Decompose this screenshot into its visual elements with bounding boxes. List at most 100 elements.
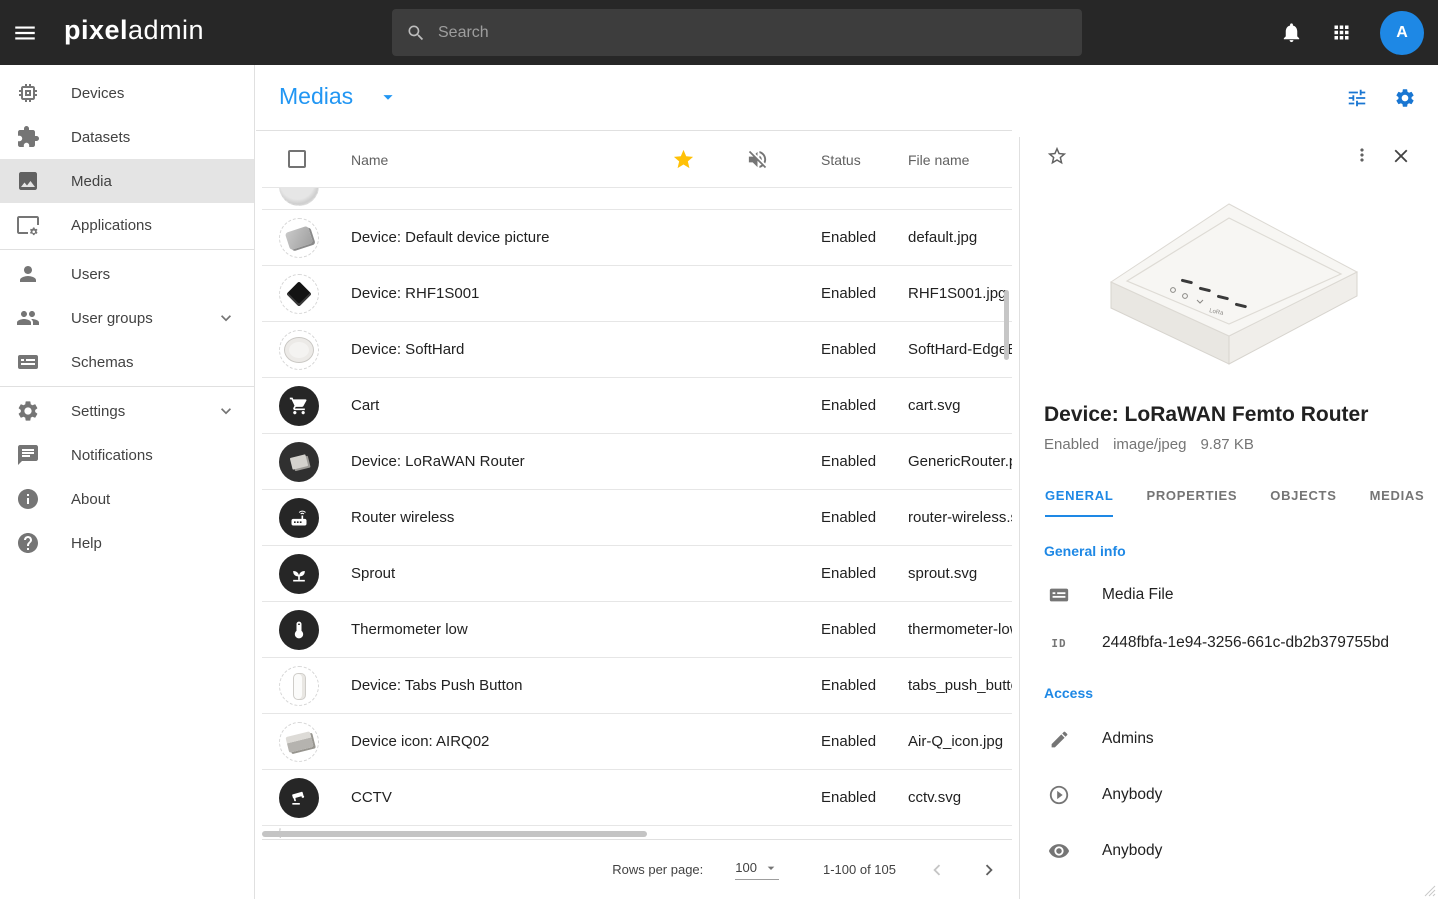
- rows-per-page-select[interactable]: 100: [735, 860, 779, 880]
- media-name: Sprout: [351, 565, 395, 582]
- status-value: Enabled: [821, 789, 876, 806]
- settings-gear-icon[interactable]: [1394, 87, 1416, 109]
- caret-down-icon: [377, 86, 399, 108]
- close-icon[interactable]: [1390, 145, 1412, 167]
- media-file-type: Media File: [1102, 586, 1174, 604]
- sidebar-item-datasets[interactable]: Datasets: [0, 115, 254, 159]
- more-options-kebab-icon[interactable]: [1352, 145, 1372, 165]
- table-row[interactable]: Device: LoRaWAN Router Enabled GenericRo…: [262, 434, 1012, 490]
- search-input[interactable]: [438, 24, 1068, 42]
- sidebar-divider: [0, 386, 254, 387]
- media-name: Device icon: AIRQ02: [351, 733, 489, 750]
- previous-page-chevron-icon[interactable]: [926, 859, 948, 881]
- tab-medias[interactable]: MEDIAS: [1370, 475, 1425, 517]
- file-name: cart.svg: [908, 397, 1012, 414]
- resize-handle[interactable]: [1420, 881, 1436, 897]
- sidebar-item-label: User groups: [71, 310, 153, 327]
- sidebar-item-applications[interactable]: Applications: [0, 203, 254, 247]
- media-name: Device: RHF1S001: [351, 285, 479, 302]
- access-view-row: Anybody: [1047, 839, 1414, 863]
- sidebar-item-schemas[interactable]: Schemas: [0, 340, 254, 384]
- vertical-scrollbar[interactable]: [1004, 290, 1009, 360]
- select-all-checkbox[interactable]: [288, 150, 306, 168]
- horizontal-scrollbar[interactable]: [262, 831, 647, 837]
- global-search[interactable]: [392, 9, 1082, 56]
- sidebar-item-label: Applications: [71, 217, 152, 234]
- column-header-name[interactable]: Name: [351, 152, 388, 168]
- status-value: Enabled: [821, 341, 876, 358]
- table-row[interactable]: Device: Default device picture Enabled d…: [262, 210, 1012, 266]
- device-photo-thumbnail: [279, 442, 319, 482]
- eye-icon: [1047, 839, 1071, 863]
- file-name: router-wireless.s: [908, 509, 1012, 526]
- table-row[interactable]: Device: Tabs Push Button Enabled tabs_pu…: [262, 658, 1012, 714]
- thermometer-icon: [279, 610, 319, 650]
- schema-card-icon: [16, 350, 40, 374]
- media-title: Device: LoRaWAN Femto Router: [1044, 403, 1414, 427]
- sidebar-item-user-groups[interactable]: User groups: [0, 296, 254, 340]
- status-value: Enabled: [821, 453, 876, 470]
- caret-down-icon: [763, 860, 779, 876]
- device-photo-thumbnail: [279, 330, 319, 370]
- media-name: Device: LoRaWAN Router: [351, 453, 525, 470]
- table-row[interactable]: Cart Enabled cart.svg: [262, 378, 1012, 434]
- filter-sliders-icon[interactable]: [1346, 87, 1368, 109]
- access-heading: Access: [1044, 685, 1414, 701]
- tab-general[interactable]: GENERAL: [1045, 475, 1113, 517]
- sidebar-item-label: About: [71, 491, 110, 508]
- sidebar-item-label: Devices: [71, 85, 124, 102]
- column-header-status[interactable]: Status: [821, 152, 861, 168]
- media-name: Device: Tabs Push Button: [351, 677, 523, 694]
- file-name: cctv.svg: [908, 789, 1012, 806]
- router-wireless-icon: [279, 498, 319, 538]
- cctv-camera-icon: [279, 778, 319, 818]
- access-view-value: Anybody: [1102, 842, 1162, 860]
- media-thumbnail: [279, 188, 319, 206]
- column-header-filename[interactable]: File name: [908, 152, 969, 168]
- rows-per-page-value: 100: [735, 860, 757, 875]
- next-page-chevron-icon[interactable]: [978, 859, 1000, 881]
- volume-off-column-icon[interactable]: [746, 148, 769, 171]
- device-photo-thumbnail: [279, 666, 319, 706]
- sidebar-item-help[interactable]: Help: [0, 521, 254, 565]
- favorite-star-outline-icon[interactable]: [1046, 145, 1068, 167]
- table-row[interactable]: Thermometer low Enabled thermometer-low: [262, 602, 1012, 658]
- sidebar-item-label: Users: [71, 266, 110, 283]
- sidebar-item-notifications[interactable]: Notifications: [0, 433, 254, 477]
- status-value: Enabled: [821, 229, 876, 246]
- header-divider: [256, 130, 1012, 131]
- media-id-value: 2448fbfa-1e94-3256-661c-db2b379755bd: [1102, 634, 1389, 652]
- sidebar-item-label: Datasets: [71, 129, 130, 146]
- file-name: default.jpg: [908, 229, 1012, 246]
- collection-selector[interactable]: Medias: [279, 83, 399, 110]
- cart-icon: [279, 386, 319, 426]
- table-row[interactable]: CCTV Enabled cctv.svg: [262, 770, 1012, 826]
- table-row[interactable]: Sprout Enabled sprout.svg: [262, 546, 1012, 602]
- media-status: Enabled: [1044, 436, 1099, 453]
- table-row[interactable]: Device: RHF1S001 Enabled RHF1S001.jpg: [262, 266, 1012, 322]
- sidebar-item-devices[interactable]: Devices: [0, 71, 254, 115]
- sidebar-item-about[interactable]: About: [0, 477, 254, 521]
- info-icon: [16, 487, 40, 511]
- user-avatar[interactable]: A: [1380, 11, 1424, 55]
- sidebar-item-users[interactable]: Users: [0, 252, 254, 296]
- status-value: Enabled: [821, 677, 876, 694]
- apps-grid-icon[interactable]: [1331, 22, 1352, 43]
- file-name: thermometer-low: [908, 621, 1012, 638]
- topbar-actions: A: [1280, 0, 1438, 65]
- sidebar-item-media[interactable]: Media: [0, 159, 254, 203]
- sidebar-item-settings[interactable]: Settings: [0, 389, 254, 433]
- access-edit-row: Admins: [1047, 727, 1414, 751]
- menu-icon[interactable]: [12, 20, 38, 46]
- table-row[interactable]: Device icon: AIRQ02 Enabled Air-Q_icon.j…: [262, 714, 1012, 770]
- device-photo-thumbnail: [279, 218, 319, 258]
- table-row[interactable]: Router wireless Enabled router-wireless.…: [262, 490, 1012, 546]
- tab-objects[interactable]: OBJECTS: [1270, 475, 1336, 517]
- tab-properties[interactable]: PROPERTIES: [1146, 475, 1237, 517]
- general-info-heading: General info: [1044, 543, 1414, 559]
- id-icon: ID: [1047, 631, 1071, 655]
- app-window: pixeladmin A Devices Datasets: [0, 0, 1438, 899]
- notifications-bell-icon[interactable]: [1280, 21, 1303, 44]
- table-row[interactable]: Device: SoftHard Enabled SoftHard-EdgeE: [262, 322, 1012, 378]
- favorite-column-star-icon[interactable]: [672, 148, 695, 171]
